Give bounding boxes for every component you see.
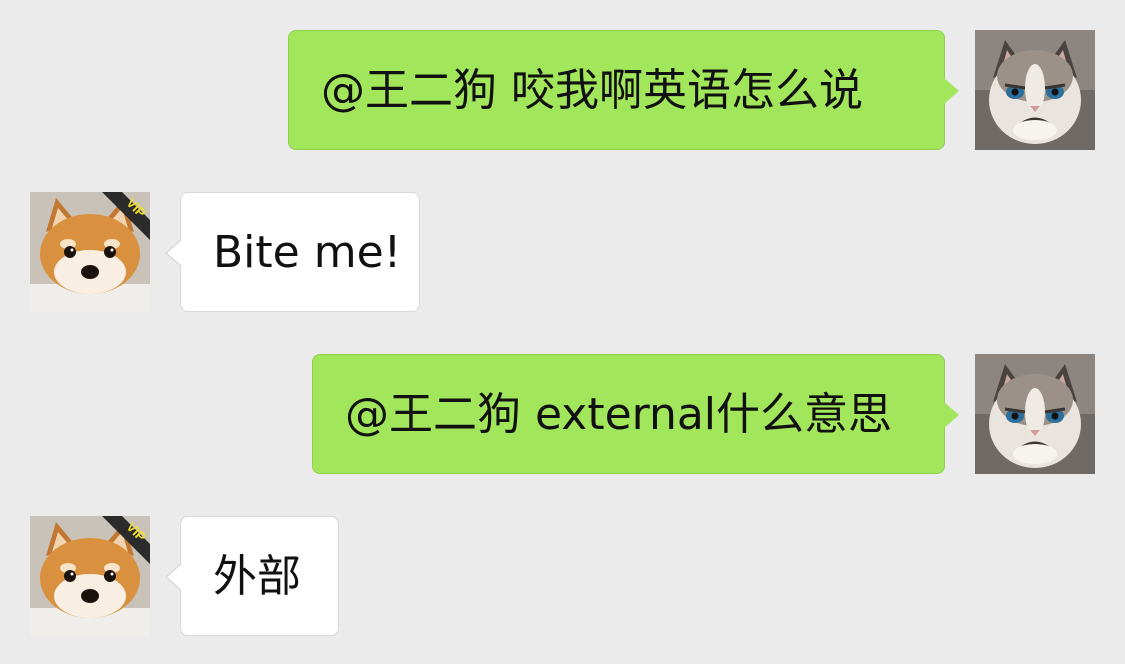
message-text: @王二狗 咬我啊英语怎么说	[321, 65, 863, 116]
shiba-dog-vip-avatar-icon[interactable]: VIP	[30, 516, 150, 636]
incoming-message-bubble[interactable]: 外部	[165, 516, 339, 636]
message-text: 外部	[213, 551, 301, 602]
shiba-dog-vip-avatar-icon[interactable]: VIP	[30, 192, 150, 312]
chat-thread: @王二狗 咬我啊英语怎么说 VIP Bite me! @王二狗 external…	[0, 0, 1125, 664]
message-text: Bite me!	[213, 227, 402, 278]
grumpy-cat-avatar-icon[interactable]	[975, 30, 1095, 150]
grumpy-cat-avatar-icon[interactable]	[975, 354, 1095, 474]
message-text: @王二狗 external什么意思	[345, 389, 893, 440]
outgoing-message-bubble[interactable]: @王二狗 咬我啊英语怎么说	[288, 30, 959, 150]
outgoing-message-bubble[interactable]: @王二狗 external什么意思	[312, 354, 959, 474]
incoming-message-bubble[interactable]: Bite me!	[165, 192, 420, 312]
